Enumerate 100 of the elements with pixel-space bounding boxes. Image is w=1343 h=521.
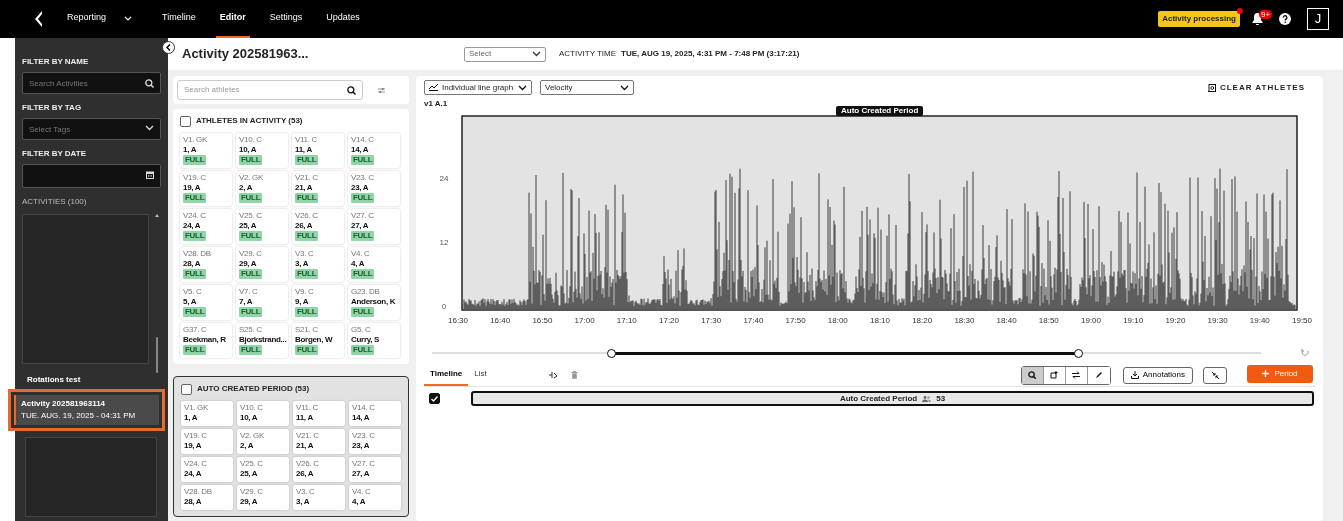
- help-icon[interactable]: [1279, 13, 1291, 25]
- select-field[interactable]: Select: [464, 46, 546, 62]
- collapse-button[interactable]: [162, 41, 175, 54]
- activity-title: Activity 202581963...: [182, 45, 310, 64]
- tab[interactable]: List: [468, 364, 493, 386]
- plus-icon: [1262, 370, 1270, 377]
- clear-icon: [1207, 83, 1216, 92]
- graph-type-select[interactable]: Individual line graph: [424, 80, 532, 95]
- crop-icon: [1050, 371, 1059, 379]
- athlete-tile[interactable]: V2. GK 2, A FULL: [236, 171, 288, 206]
- athlete-tile[interactable]: V23. C 23, A: [349, 429, 401, 454]
- athlete-tile[interactable]: V3. C 3, A FULL: [292, 247, 344, 282]
- tick-label: 17:40: [743, 316, 764, 325]
- athlete-tile[interactable]: G23. DB Anderson, K FULL: [348, 285, 400, 320]
- nav-link[interactable]: Updates: [322, 0, 364, 38]
- athlete-tile[interactable]: V28. DB 28, A FULL: [180, 247, 232, 282]
- filter-label: FILTER BY TAG: [22, 102, 83, 114]
- athlete-tile[interactable]: V2. GK 2, A: [237, 429, 289, 454]
- group-title: AUTO CREATED PERIOD (53): [197, 383, 310, 395]
- scroll-up-icon[interactable]: [155, 214, 160, 217]
- athlete-tile[interactable]: V14. C 14, A: [349, 401, 401, 426]
- nav-link[interactable]: Timeline: [158, 0, 200, 38]
- athlete-tile[interactable]: V25. C 25, A FULL: [236, 209, 288, 244]
- athlete-tile[interactable]: S21. C Borgen, W FULL: [292, 323, 344, 358]
- athlete-tile[interactable]: V19. C 19, A FULL: [180, 171, 232, 206]
- athlete-tile[interactable]: V11. C 11, A FULL: [292, 133, 344, 168]
- group-title: ATHLETES IN ACTIVITY (53): [196, 115, 303, 127]
- athlete-tile[interactable]: V25. C 25, A: [237, 457, 289, 482]
- activity-item[interactable]: Rotations test: [22, 371, 161, 389]
- checkbox[interactable]: [429, 393, 440, 404]
- checkbox[interactable]: [180, 115, 191, 127]
- tick-label: 16:40: [490, 316, 511, 325]
- nav-link[interactable]: Settings: [265, 0, 307, 38]
- athlete-tile[interactable]: V28. DB 28, A: [181, 485, 233, 510]
- athlete-tile[interactable]: V27. C 27, A: [349, 457, 401, 482]
- tick-label: 16:30: [448, 316, 468, 325]
- period-label: Auto Created Period: [836, 106, 924, 116]
- athlete-tile[interactable]: V9. C 9, A FULL: [292, 285, 344, 320]
- athlete-tile[interactable]: V29. C 29, A FULL: [236, 247, 288, 282]
- chevron-down-icon: [124, 15, 133, 21]
- athlete-tile[interactable]: V4. C 4, A FULL: [348, 247, 400, 282]
- athlete-tile[interactable]: V23. C 23, A FULL: [348, 171, 400, 206]
- athlete-tile[interactable]: V10. C 10, A FULL: [236, 133, 288, 168]
- bell-icon[interactable]: [1252, 13, 1263, 25]
- select-field[interactable]: Select Tags: [22, 118, 161, 140]
- annotations-button[interactable]: Annotations: [1122, 366, 1193, 384]
- range-handle[interactable]: [607, 348, 617, 358]
- activity-title: Activity 202581963114: [21, 398, 107, 410]
- athlete-tile[interactable]: V21. C 21, A: [293, 429, 345, 454]
- chevron-left-icon: [166, 44, 171, 51]
- athlete-tile[interactable]: V5. C 5, A FULL: [180, 285, 232, 320]
- chevron-down-icon: [532, 51, 541, 57]
- athlete-tile[interactable]: V19. C 19, A: [181, 429, 233, 454]
- tick-label: 17:10: [616, 316, 637, 325]
- trash-icon[interactable]: [570, 371, 578, 379]
- athlete-tile[interactable]: V27. C 27, A FULL: [348, 209, 400, 244]
- filter-icon[interactable]: [378, 86, 385, 94]
- tick-label: 16:50: [532, 316, 553, 325]
- search-field[interactable]: Search Activities: [22, 72, 161, 94]
- cursor-add-icon[interactable]: [548, 371, 557, 379]
- download-icon: [1130, 371, 1139, 379]
- tab[interactable]: Timeline: [424, 364, 469, 386]
- activity-item[interactable]: Activity 202581963114 TUE. AUG. 19, 2025 - 04:31 PM: [8, 389, 165, 431]
- athlete-tile[interactable]: V21. C 21, A FULL: [292, 171, 344, 206]
- logo-icon: [33, 11, 43, 27]
- chevron-down-icon: [620, 84, 629, 91]
- tick-label: 17:50: [785, 316, 806, 325]
- athlete-tile[interactable]: V14. C 14, A FULL: [348, 133, 400, 168]
- tick-label: 19:20: [1165, 316, 1186, 325]
- athlete-tile[interactable]: V29. C 29, A: [237, 485, 289, 510]
- athlete-tile[interactable]: V4. C 4, A: [349, 485, 401, 510]
- athlete-tile[interactable]: S25. C Bjorkstrand... FULL: [236, 323, 288, 358]
- athlete-tile[interactable]: V26. C 26, A FULL: [292, 209, 344, 244]
- tick-label: 19:00: [1081, 316, 1101, 325]
- nav-link[interactable]: Editor: [215, 0, 250, 38]
- athlete-tile[interactable]: V24. C 24, A FULL: [180, 209, 232, 244]
- athlete-tile[interactable]: G5. C Curry, S FULL: [348, 323, 400, 358]
- tick-label: 19:50: [1292, 316, 1312, 325]
- expand-button[interactable]: [1203, 366, 1227, 384]
- clear-athletes-link[interactable]: CLEAR ATHLETES: [1207, 81, 1305, 94]
- scrollbar-thumb[interactable]: [156, 337, 159, 373]
- athlete-tile[interactable]: V3. C 3, A: [293, 485, 345, 510]
- athlete-tile[interactable]: V10. C 10, A: [237, 401, 289, 426]
- date-field[interactable]: [22, 164, 161, 188]
- athlete-tile[interactable]: V7. C 7, A FULL: [236, 285, 288, 320]
- tick-label: 19:10: [1123, 316, 1144, 325]
- range-handle[interactable]: [1074, 348, 1084, 358]
- athlete-tile[interactable]: V26. C 26, A: [293, 457, 345, 482]
- nav-link[interactable]: Reporting: [63, 0, 137, 38]
- tick-label: 18:30: [954, 316, 975, 325]
- athlete-tile[interactable]: G37. C Beekman, R FULL: [180, 323, 232, 358]
- checkbox[interactable]: [181, 383, 192, 395]
- athlete-tile[interactable]: V24. C 24, A: [181, 457, 233, 482]
- athlete-tile[interactable]: V1. GK 1, A: [181, 401, 233, 426]
- athlete-tile[interactable]: V11. C 11, A: [293, 401, 345, 426]
- metric-select[interactable]: Velocity: [540, 80, 634, 95]
- tool-button[interactable]: [1021, 366, 1044, 384]
- avatar[interactable]: J: [1307, 8, 1329, 30]
- period-bar[interactable]: Auto Created Period 53: [471, 391, 1314, 406]
- athlete-tile[interactable]: V1. GK 1, A FULL: [180, 133, 232, 168]
